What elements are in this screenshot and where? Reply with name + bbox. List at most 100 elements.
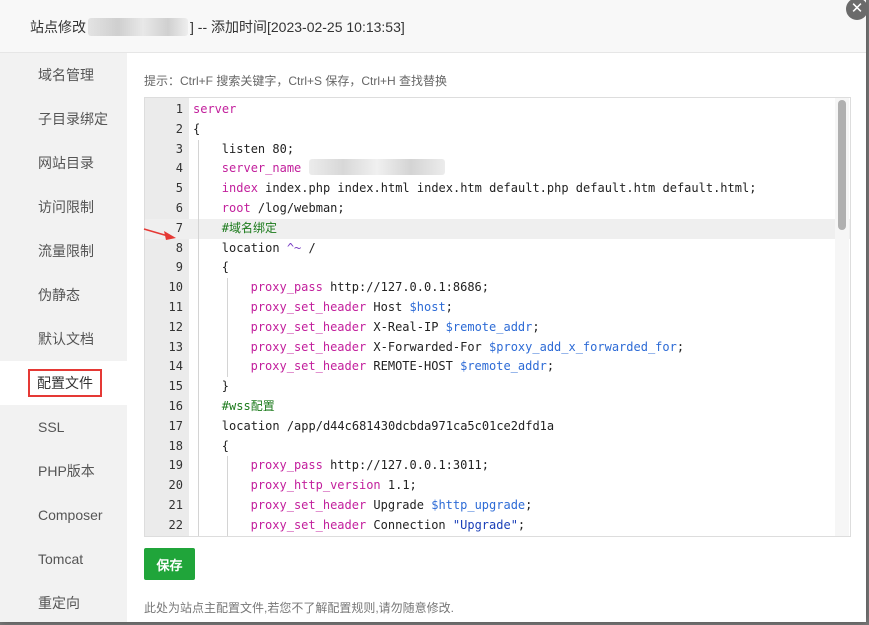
sidebar-item-11[interactable]: Tomcat — [0, 537, 127, 581]
title-prefix: 站点修改 — [30, 19, 86, 35]
code-line: 8 location ^~ / — [145, 238, 850, 259]
code-line: 5 index index.php index.html index.htm de… — [145, 179, 850, 199]
indent-guide — [198, 377, 199, 397]
indent-guide — [226, 278, 228, 298]
editor-scrollbar[interactable] — [835, 98, 849, 536]
code-token: { — [193, 121, 201, 136]
sidebar-item-6[interactable]: 默认文档 — [0, 317, 127, 361]
code-token: / — [301, 240, 316, 255]
code-text: listen 80; — [222, 140, 294, 160]
code-line: 10 proxy_pass http://127.0.0.1:8686; — [145, 278, 850, 298]
indent-guide — [226, 476, 228, 496]
indent-guide — [226, 298, 228, 318]
code-token: proxy_set_header — [250, 359, 367, 374]
sidebar-item-10[interactable]: Composer — [0, 493, 127, 537]
sidebar-item-label: Composer — [38, 507, 103, 523]
code-text: server_name — [222, 159, 446, 179]
code-line: 16 #wss配置 — [145, 397, 850, 417]
indent-guide — [198, 476, 199, 496]
code-text: { — [222, 437, 229, 457]
line-number: 14 — [168, 359, 183, 374]
code-line: 19 proxy_pass http://127.0.0.1:3011; — [145, 456, 850, 477]
sidebar-item-2[interactable]: 网站目录 — [0, 141, 127, 185]
indent-guide — [226, 456, 228, 477]
sidebar-item-7[interactable]: 配置文件 — [0, 361, 127, 405]
code-token: 1.1; — [380, 478, 417, 493]
code-line: 3 listen 80; — [145, 139, 850, 160]
indent-guide — [198, 139, 199, 160]
code-text: proxy_set_header Host $host; — [251, 298, 453, 318]
indent-guide — [198, 258, 199, 279]
code-token: Connection — [366, 517, 453, 532]
code-token: location /app/d44c681430dcbda971ca5c01ce… — [221, 418, 555, 433]
line-number: 19 — [168, 458, 183, 473]
code-token: proxy_set_header — [250, 498, 367, 512]
indent-guide — [198, 298, 199, 318]
code-token: ; — [525, 498, 533, 512]
indent-guide — [198, 317, 199, 338]
sidebar-item-1[interactable]: 子目录绑定 — [0, 97, 127, 141]
sidebar-item-label: PHP版本 — [38, 463, 95, 479]
indent-guide — [198, 357, 199, 378]
line-number: 4 — [175, 161, 183, 176]
indent-guide — [226, 515, 228, 536]
code-token: #wss配置 — [221, 399, 275, 413]
code-text: #域名绑定 — [222, 219, 277, 239]
sidebar-item-9[interactable]: PHP版本 — [0, 449, 127, 493]
code-text: proxy_set_header Upgrade $http_upgrade; — [251, 496, 533, 516]
line-number: 12 — [168, 319, 183, 334]
sidebar-item-0[interactable]: 域名管理 — [0, 53, 127, 97]
save-button[interactable]: 保存 — [144, 548, 195, 580]
code-token: proxy_set_header — [250, 339, 367, 354]
code-token: proxy_set_header — [250, 517, 367, 532]
code-token: $remote_addr — [445, 319, 533, 334]
code-line: 17 location /app/d44c681430dcbda971ca5c01… — [145, 416, 850, 437]
code-token: proxy_set_header — [250, 300, 367, 314]
sidebar: 域名管理 子目录绑定 网站目录 访问限制 流量限制 伪静态默认文档配置文件 SSL PHP版本… — [0, 53, 127, 622]
code-line: 2{ — [145, 120, 850, 140]
line-number: 22 — [168, 517, 183, 532]
sidebar-item-4[interactable]: 流量限制 — [0, 229, 127, 273]
code-token: index.php index.html index.htm default.p… — [257, 181, 757, 196]
sidebar-item-5[interactable]: 伪静态 — [0, 273, 127, 317]
code-text: proxy_set_header X-Forwarded-For $proxy_… — [251, 338, 685, 358]
scrollbar-thumb[interactable] — [838, 100, 846, 230]
code-token: "Upgrade" — [452, 517, 518, 532]
site-modify-dialog: 站点修改] -- 添加时间[2023-02-25 10:13:53] 域名管理子… — [0, 0, 866, 622]
code-token: Upgrade — [366, 498, 432, 512]
sidebar-item-3[interactable]: 访问限制 — [0, 185, 127, 229]
code-line: 14 proxy_set_header REMOTE-HOST $remote_a… — [145, 357, 850, 378]
sidebar-item-8[interactable]: SSL — [0, 405, 127, 449]
line-number: 2 — [175, 121, 183, 136]
code-text: root /log/webman; — [222, 199, 345, 219]
code-token: listen 80; — [221, 141, 295, 156]
code-token: root — [221, 201, 251, 215]
code-text: proxy_set_header REMOTE-HOST $remote_add… — [251, 357, 554, 377]
sidebar-item-label: 配置文件 — [28, 369, 102, 397]
sidebar-item-label: Tomcat — [38, 551, 84, 567]
indent-guide — [198, 456, 199, 477]
code-token: location — [221, 240, 287, 255]
code-text: { — [222, 258, 229, 278]
code-text: proxy_pass http://127.0.0.1:8686; — [251, 278, 489, 298]
code-token: ^~ — [286, 240, 302, 255]
config-code-editor[interactable]: 1 server 2{3 listen 80; 4 server_name 5 index i… — [144, 97, 851, 537]
code-token: proxy_http_version — [250, 478, 381, 493]
code-token: /log/webman; — [250, 201, 345, 215]
line-number: 17 — [168, 418, 183, 433]
code-line: 15} — [145, 377, 850, 397]
main-content: 提示：Ctrl+F 搜索关键字，Ctrl+S 保存，Ctrl+H 查找替换 1s… — [127, 53, 866, 622]
code-token: proxy_pass — [250, 280, 323, 295]
indent-guide — [198, 515, 199, 536]
indent-guide — [198, 416, 199, 437]
line-number: 10 — [168, 280, 183, 295]
sidebar-item-12[interactable]: 重定向 — [0, 581, 127, 625]
dialog-title: 站点修改] -- 添加时间[2023-02-25 10:13:53] — [30, 17, 405, 37]
sidebar-item-label: 默认文档 — [38, 331, 94, 347]
code-line: 13 proxy_set_header X-Forwarded-For $prox… — [145, 337, 850, 358]
sidebar-item-label: 重定向 — [38, 595, 80, 611]
indent-guide — [198, 397, 199, 417]
code-token: $remote_addr — [460, 359, 547, 374]
code-line: 4 server_name — [145, 159, 850, 180]
code-token: Host — [366, 300, 410, 314]
